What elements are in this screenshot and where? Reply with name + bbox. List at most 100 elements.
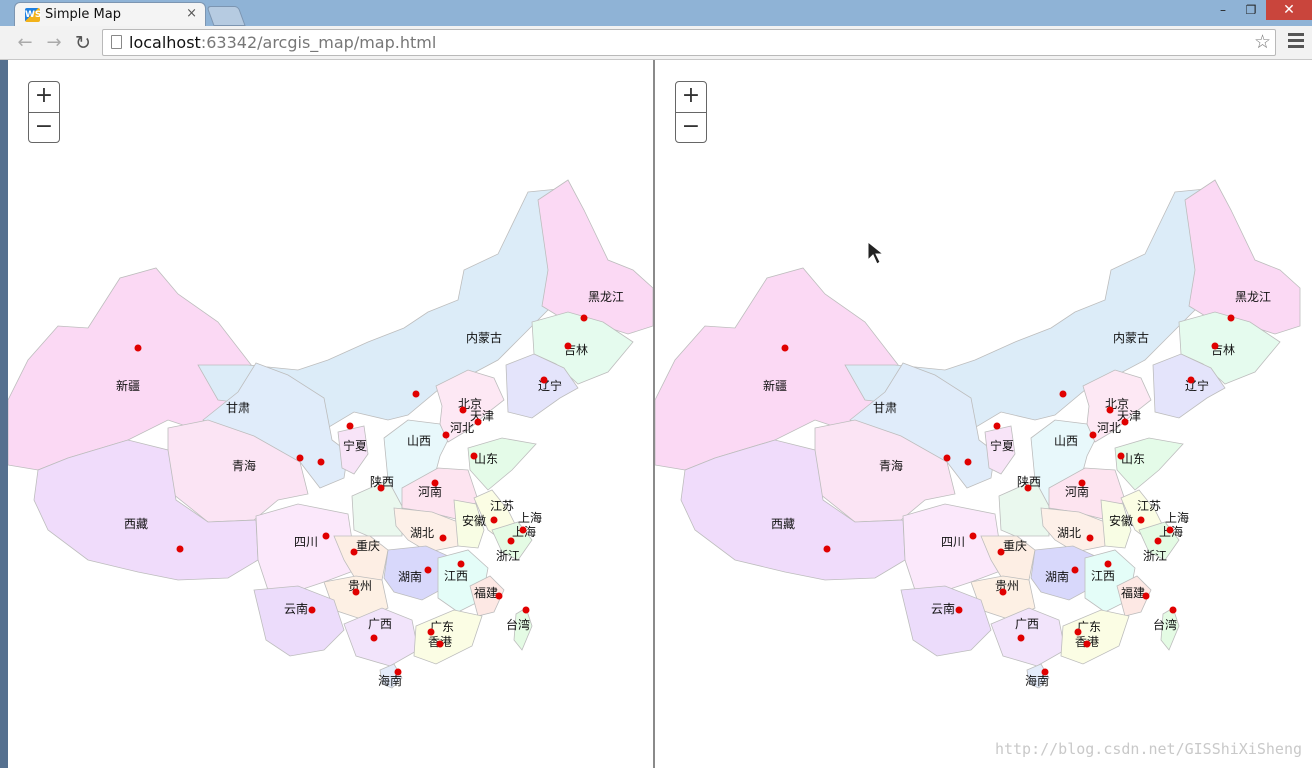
city-marker[interactable] bbox=[1041, 668, 1049, 676]
menu-icon[interactable] bbox=[1288, 33, 1304, 53]
city-marker[interactable] bbox=[1211, 342, 1219, 350]
province-label: 浙江 bbox=[496, 549, 520, 563]
city-marker[interactable] bbox=[457, 560, 465, 568]
city-marker[interactable] bbox=[580, 314, 588, 322]
city-marker[interactable] bbox=[431, 479, 439, 487]
bookmark-star-icon[interactable]: ☆ bbox=[1254, 31, 1271, 53]
mouse-cursor-icon bbox=[867, 240, 885, 265]
province-label: 贵州 bbox=[348, 579, 372, 593]
zoom-in-button[interactable]: + bbox=[676, 82, 706, 112]
new-tab-button[interactable] bbox=[206, 6, 246, 26]
province-label: 台湾 bbox=[506, 617, 530, 632]
window-close-icon[interactable]: ✕ bbox=[1266, 0, 1312, 20]
city-marker[interactable] bbox=[317, 458, 325, 466]
city-marker[interactable] bbox=[296, 454, 304, 462]
city-marker[interactable] bbox=[470, 452, 478, 460]
province-label: 江苏 bbox=[1137, 499, 1161, 513]
city-marker[interactable] bbox=[823, 545, 831, 553]
city-marker[interactable] bbox=[490, 516, 498, 524]
city-marker[interactable] bbox=[781, 344, 789, 352]
city-marker[interactable] bbox=[1187, 376, 1195, 384]
city-marker[interactable] bbox=[1017, 634, 1025, 642]
city-marker[interactable] bbox=[436, 640, 444, 648]
city-marker[interactable] bbox=[427, 628, 435, 636]
city-marker[interactable] bbox=[519, 526, 527, 534]
city-marker[interactable] bbox=[308, 606, 316, 614]
city-marker[interactable] bbox=[997, 548, 1005, 556]
city-marker[interactable] bbox=[1137, 516, 1145, 524]
city-marker[interactable] bbox=[1142, 592, 1150, 600]
province-label: 内蒙古 bbox=[1113, 330, 1149, 345]
page-icon bbox=[111, 35, 122, 49]
city-marker[interactable] bbox=[1089, 431, 1097, 439]
map-view-right[interactable]: 黑龙江吉林内蒙古辽宁新疆甘肃北京天津河北宁夏山西山东青海陕西河南江苏上海安徽上海… bbox=[655, 60, 1312, 768]
map-view-left[interactable]: 黑龙江吉林内蒙古辽宁新疆甘肃北京天津河北宁夏山西山东青海陕西河南江苏上海安徽上海… bbox=[8, 60, 653, 768]
city-marker[interactable] bbox=[969, 532, 977, 540]
city-marker[interactable] bbox=[412, 390, 420, 398]
city-marker[interactable] bbox=[1166, 526, 1174, 534]
browser-toolbar: ← → ↻ localhost:63342/arcgis_map/map.htm… bbox=[0, 26, 1312, 60]
city-marker[interactable] bbox=[999, 588, 1007, 596]
browser-tab[interactable]: WS Simple Map × bbox=[14, 2, 206, 26]
city-marker[interactable] bbox=[394, 668, 402, 676]
zoom-out-button[interactable]: − bbox=[676, 112, 706, 143]
city-marker[interactable] bbox=[322, 532, 330, 540]
province-label: 江西 bbox=[444, 569, 468, 583]
city-marker[interactable] bbox=[346, 422, 354, 430]
zoom-in-button[interactable]: + bbox=[29, 82, 59, 112]
city-marker[interactable] bbox=[1154, 537, 1162, 545]
city-marker[interactable] bbox=[352, 588, 360, 596]
city-marker[interactable] bbox=[350, 548, 358, 556]
close-tab-icon[interactable]: × bbox=[186, 6, 197, 21]
province-label: 四川 bbox=[941, 535, 965, 549]
reload-icon[interactable]: ↻ bbox=[72, 32, 94, 54]
city-marker[interactable] bbox=[943, 454, 951, 462]
back-arrow-icon[interactable]: ← bbox=[14, 32, 36, 54]
city-marker[interactable] bbox=[1121, 418, 1129, 426]
city-marker[interactable] bbox=[1071, 566, 1079, 574]
province-shape[interactable] bbox=[1184, 179, 1301, 335]
city-marker[interactable] bbox=[522, 606, 530, 614]
china-map: 黑龙江吉林内蒙古辽宁新疆甘肃北京天津河北宁夏山西山东青海陕西河南江苏上海安徽上海… bbox=[8, 179, 653, 689]
city-marker[interactable] bbox=[1059, 390, 1067, 398]
province-label: 江西 bbox=[1091, 569, 1115, 583]
city-marker[interactable] bbox=[424, 566, 432, 574]
zoom-out-button[interactable]: − bbox=[29, 112, 59, 143]
city-marker[interactable] bbox=[955, 606, 963, 614]
province-label: 青海 bbox=[879, 458, 903, 473]
city-marker[interactable] bbox=[495, 592, 503, 600]
city-marker[interactable] bbox=[1117, 452, 1125, 460]
restore-icon[interactable]: ❐ bbox=[1236, 0, 1266, 20]
city-marker[interactable] bbox=[1104, 560, 1112, 568]
province-label: 山东 bbox=[1121, 452, 1145, 466]
city-marker[interactable] bbox=[1074, 628, 1082, 636]
city-marker[interactable] bbox=[993, 422, 1001, 430]
city-marker[interactable] bbox=[540, 376, 548, 384]
city-marker[interactable] bbox=[439, 534, 447, 542]
province-label: 西藏 bbox=[771, 517, 795, 531]
city-marker[interactable] bbox=[442, 431, 450, 439]
city-marker[interactable] bbox=[377, 484, 385, 492]
tab-title: Simple Map bbox=[45, 7, 121, 22]
city-marker[interactable] bbox=[370, 634, 378, 642]
city-marker[interactable] bbox=[1078, 479, 1086, 487]
city-marker[interactable] bbox=[1024, 484, 1032, 492]
city-marker[interactable] bbox=[134, 344, 142, 352]
province-label: 新疆 bbox=[116, 378, 140, 393]
city-marker[interactable] bbox=[1083, 640, 1091, 648]
city-marker[interactable] bbox=[474, 418, 482, 426]
minimize-icon[interactable]: – bbox=[1208, 0, 1238, 20]
city-marker[interactable] bbox=[459, 406, 467, 414]
city-marker[interactable] bbox=[1227, 314, 1235, 322]
city-marker[interactable] bbox=[964, 458, 972, 466]
city-marker[interactable] bbox=[1106, 406, 1114, 414]
address-bar[interactable]: localhost:63342/arcgis_map/map.html ☆ bbox=[102, 29, 1276, 56]
city-marker[interactable] bbox=[1086, 534, 1094, 542]
city-marker[interactable] bbox=[176, 545, 184, 553]
forward-arrow-icon[interactable]: → bbox=[43, 32, 65, 54]
city-marker[interactable] bbox=[564, 342, 572, 350]
city-marker[interactable] bbox=[1169, 606, 1177, 614]
province-label: 青海 bbox=[232, 458, 256, 473]
province-shape[interactable] bbox=[537, 179, 653, 335]
city-marker[interactable] bbox=[507, 537, 515, 545]
